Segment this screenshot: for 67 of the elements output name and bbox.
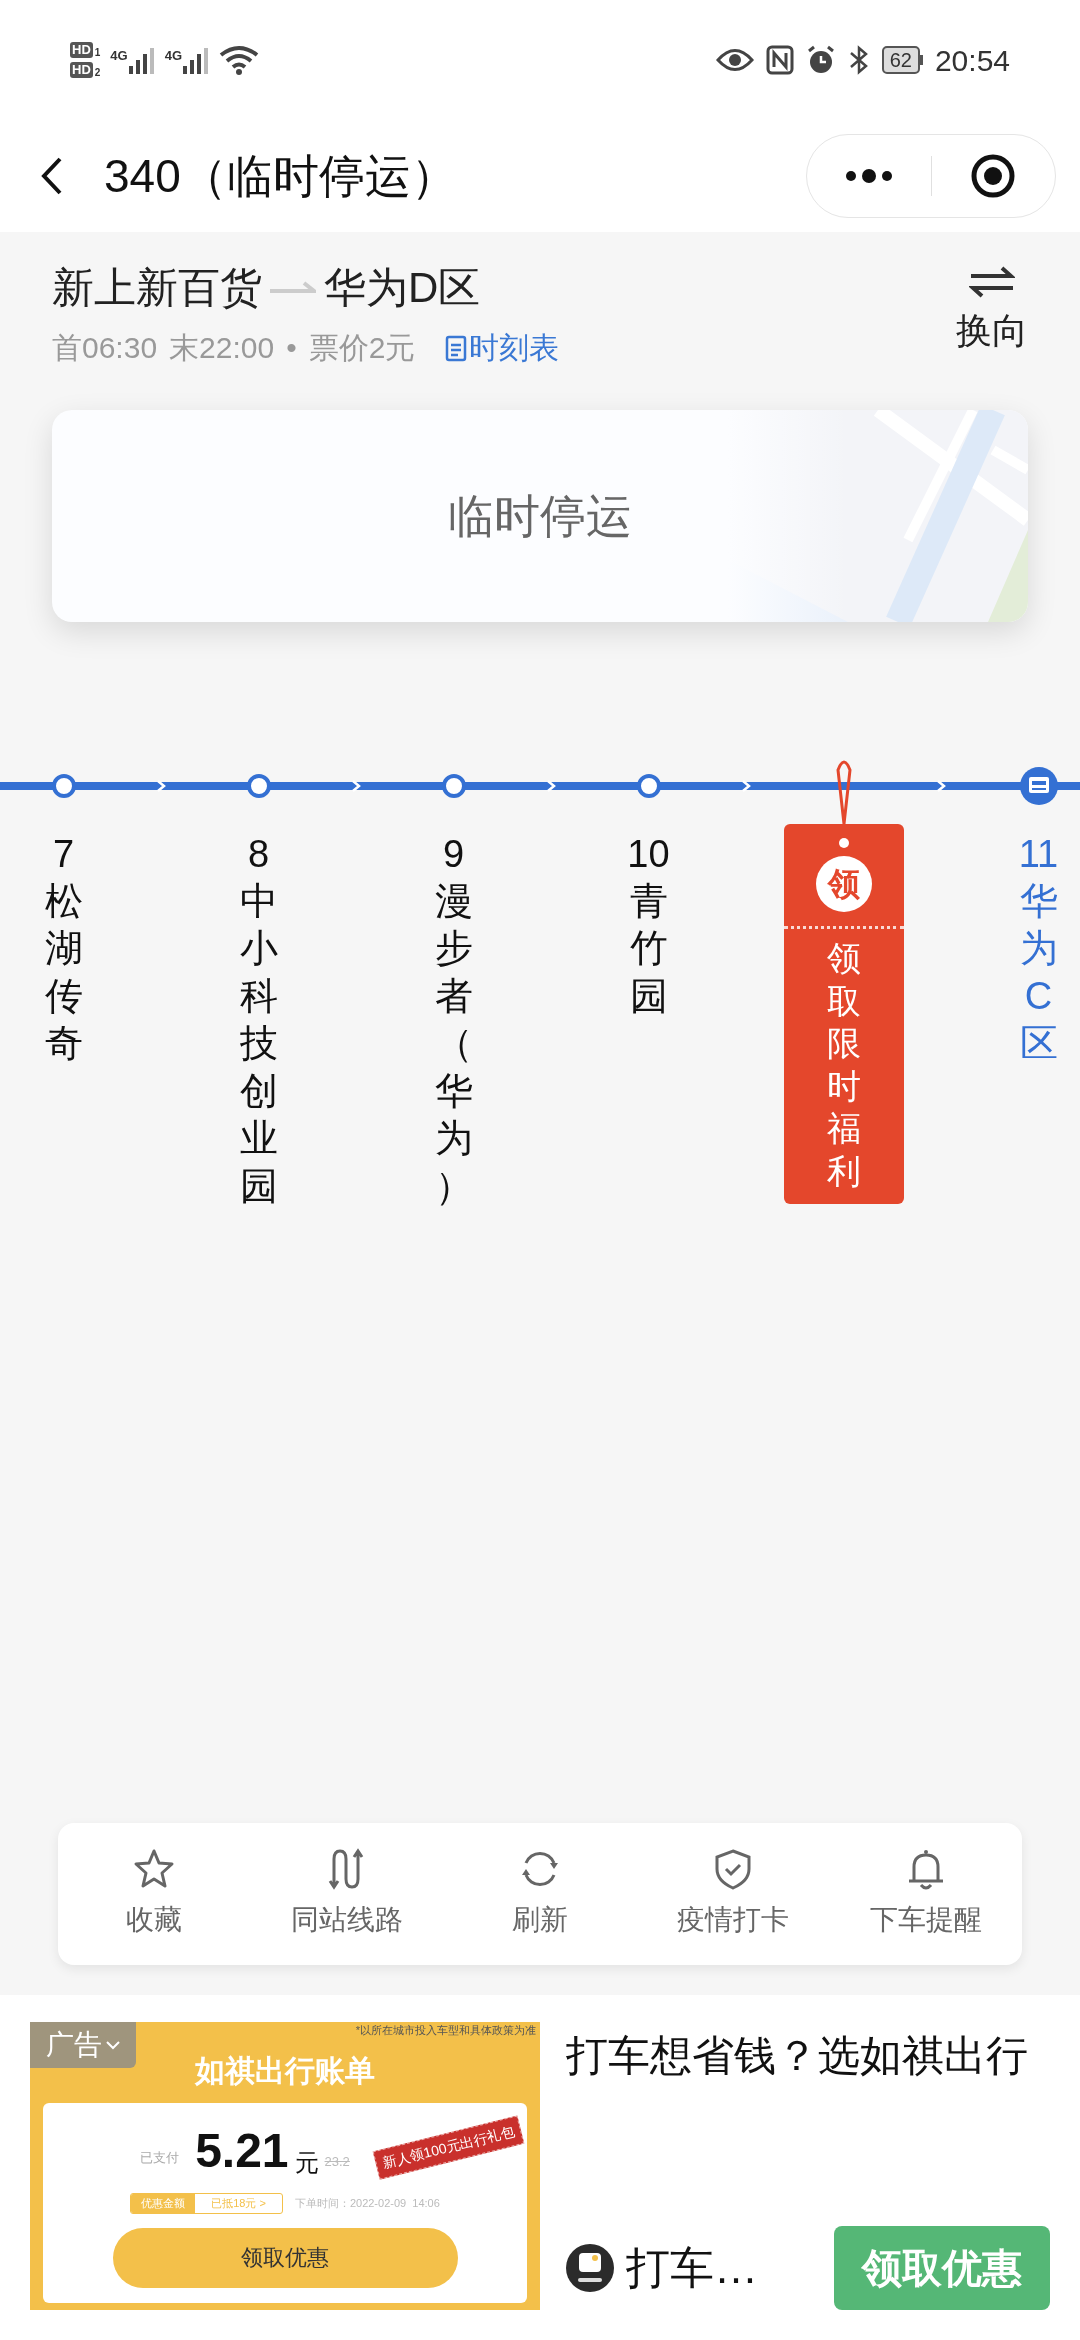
stop-number: 8 xyxy=(247,832,270,877)
wifi-icon xyxy=(219,45,260,75)
last-bus-time: 末22:00 xyxy=(169,330,275,366)
alarm-icon xyxy=(805,45,836,75)
sim-number: 1 xyxy=(94,48,101,58)
switch-direction-button[interactable]: 换向 xyxy=(956,256,1028,358)
suspension-notice: 临时停运 xyxy=(448,488,632,544)
nfc-icon xyxy=(765,45,794,75)
origin-stop: 新上新百货 xyxy=(52,263,262,313)
toolbar-button[interactable]: 收藏 xyxy=(58,1847,251,1941)
chevron-icon xyxy=(156,780,166,792)
close-icon[interactable] xyxy=(970,153,1017,199)
page-title: 340（临时停运） xyxy=(104,148,458,204)
network-label: 4G xyxy=(110,47,128,65)
stop-number: 10 xyxy=(627,832,670,877)
stop-name: 华为C区 xyxy=(1019,878,1058,1067)
claim-offer-button[interactable]: 领取优惠 xyxy=(112,2227,458,2288)
chevron-down-icon xyxy=(106,2040,120,2050)
banner-title: 如祺出行账单 xyxy=(195,2053,375,2089)
hd-label: HD xyxy=(70,42,93,58)
signal-icon xyxy=(183,46,210,74)
back-icon[interactable] xyxy=(40,156,64,196)
destination-stop: 华为D区 xyxy=(324,263,481,313)
chevron-icon xyxy=(351,780,361,792)
signal-icon xyxy=(128,46,155,74)
battery-level: 62 xyxy=(881,46,920,74)
ad-banner[interactable]: *以所在城市投入车型和具体政策为准 如祺出行账单 已支付 5.21 元 23.2 新人领100元出行礼包 优惠金额 已抵18元 > 下单时间：2022-02-09 14:06 领取优惠 广告 xyxy=(30,2022,540,2310)
stop-number: 11 xyxy=(1018,832,1059,877)
stop-number: 7 xyxy=(52,832,75,877)
stop-name: 中小科技创业园 xyxy=(239,878,278,1209)
discount-value: 已抵18元 > xyxy=(210,2196,267,2211)
paid-label: 已支付 xyxy=(140,2148,180,2167)
advertiser-name: 打车… xyxy=(626,2242,758,2294)
more-icon[interactable] xyxy=(843,169,894,183)
stop-name: 青竹园 xyxy=(629,878,668,1019)
stop-name: 松湖传奇 xyxy=(44,878,83,1067)
battery-tip xyxy=(919,55,923,65)
first-bus-time: 首06:30 xyxy=(52,330,158,366)
chevron-icon xyxy=(741,780,751,792)
chevron-icon xyxy=(546,780,556,792)
promo-stamp: 新人领100元出行礼包 xyxy=(372,2115,525,2180)
disclaimer-text: *以所在城市投入车型和具体政策为准 xyxy=(355,2024,536,2037)
ad-headline: 打车想省钱？选如祺出行 xyxy=(566,2031,1029,2081)
toolbar-button[interactable]: 刷新 xyxy=(443,1847,637,1941)
status-time: 20:54 xyxy=(934,42,1010,79)
toolbar-button[interactable]: 疫情打卡 xyxy=(636,1847,830,1941)
timetable-link[interactable]: 时刻表 xyxy=(445,325,560,370)
original-price: 23.2 xyxy=(324,2152,350,2171)
separator-dot: • xyxy=(286,330,297,366)
currency-unit: 元 xyxy=(294,2151,319,2175)
paid-amount: 5.21 xyxy=(195,2127,289,2175)
network-label: 4G xyxy=(164,47,183,65)
toolbar-button[interactable]: 同站线路 xyxy=(250,1847,444,1941)
sim-number: 2 xyxy=(94,68,101,78)
discount-label: 优惠金额 xyxy=(131,2194,196,2213)
ad-badge[interactable]: 广告 xyxy=(30,2022,136,2068)
hd-label: HD xyxy=(70,62,93,78)
stop-number: 9 xyxy=(442,832,465,877)
order-time: 下单时间：2022-02-09 14:06 xyxy=(294,2196,440,2211)
brand-logo-icon xyxy=(566,2244,614,2292)
hang-hole xyxy=(838,838,849,848)
document-icon xyxy=(445,333,468,362)
fare-text: 票价2元 xyxy=(308,330,416,366)
chevron-icon xyxy=(936,780,946,792)
eye-icon xyxy=(715,47,754,73)
toolbar-button[interactable]: 下车提醒 xyxy=(829,1847,1022,1941)
stop-name: 漫步者（华为） xyxy=(434,878,473,1209)
